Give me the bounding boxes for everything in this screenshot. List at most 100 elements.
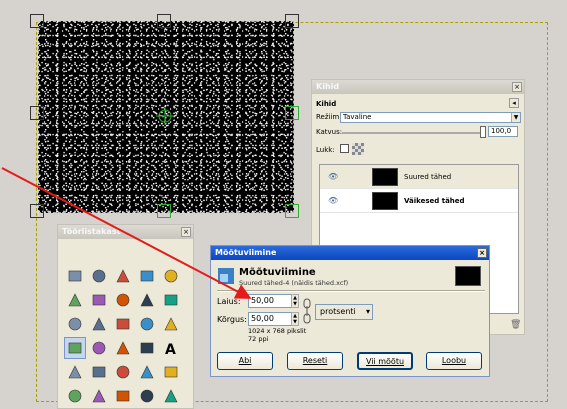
- tool-button[interactable]: [112, 265, 134, 287]
- visibility-eye-icon[interactable]: 👁: [328, 196, 338, 205]
- help-button-label: Abi: [238, 356, 252, 365]
- transform-handle-bottom-left[interactable]: [30, 204, 44, 218]
- mode-select[interactable]: Tavaline ▼: [340, 112, 521, 123]
- tool-button[interactable]: [64, 337, 86, 359]
- transform-handle-right[interactable]: [285, 106, 299, 120]
- tool-button[interactable]: [64, 265, 86, 287]
- toolbox-window-title: Tööriistakast: [62, 227, 121, 236]
- center-crosshair-icon[interactable]: [156, 107, 174, 125]
- tool-button[interactable]: [88, 385, 110, 407]
- tool-button[interactable]: [136, 337, 158, 359]
- zoom-icon: [164, 294, 178, 306]
- transform-handle-left[interactable]: [30, 106, 44, 120]
- pencil-icon: [116, 365, 130, 379]
- help-button[interactable]: Abi: [217, 352, 273, 370]
- scale-window-title: Mõõtuviimine: [215, 248, 277, 257]
- tool-button[interactable]: [112, 289, 134, 311]
- rotate-icon: [164, 317, 178, 331]
- cancel-button[interactable]: Loobu: [426, 352, 482, 370]
- tool-button[interactable]: [112, 337, 134, 359]
- transform-handle-top-left[interactable]: [30, 14, 44, 28]
- height-label: Kõrgus:: [217, 315, 247, 324]
- toolbox-titlebar[interactable]: Tööriistakast ×: [58, 225, 193, 239]
- height-field[interactable]: 50,00: [248, 312, 292, 326]
- scale-titlebar[interactable]: Mõõtuviimine ×: [211, 246, 489, 260]
- layer-name: Väikesed tähed: [404, 197, 465, 205]
- layers-titlebar[interactable]: Kihid ×: [312, 80, 524, 94]
- dialog-heading: Mõõtuviimine: [239, 267, 316, 278]
- tool-button[interactable]: [112, 313, 134, 335]
- trash-icon[interactable]: 🗑: [510, 320, 521, 330]
- tool-button[interactable]: [88, 361, 110, 383]
- layer-name: Suured tähed: [404, 173, 452, 181]
- opacity-value: 100,0: [491, 127, 512, 135]
- toolbox-window: Tööriistakast × A: [57, 224, 194, 409]
- mode-label: Režiim:: [316, 113, 342, 121]
- tool-button[interactable]: [160, 361, 182, 383]
- dialog-menu-icon[interactable]: ◂: [509, 98, 519, 108]
- width-spin-icon[interactable]: ▲ ▼: [291, 294, 299, 308]
- layer-row[interactable]: 👁 Suured tähed: [320, 165, 518, 189]
- cancel-button-label: Loobu: [441, 356, 467, 365]
- tool-button[interactable]: [64, 313, 86, 335]
- width-label: Laius:: [217, 297, 241, 306]
- tool-button[interactable]: A: [160, 337, 182, 359]
- tool-button[interactable]: [160, 385, 182, 407]
- width-field[interactable]: 50,00: [248, 294, 292, 308]
- opacity-input[interactable]: 100,0: [488, 126, 518, 137]
- chain-link-icon[interactable]: [303, 298, 311, 324]
- crop-icon: [140, 317, 154, 331]
- color-picker-icon: [140, 293, 154, 307]
- layer-row[interactable]: 👁 Väikesed tähed: [320, 189, 518, 213]
- lock-alpha-icon[interactable]: [352, 143, 364, 155]
- header-separator: [217, 290, 485, 292]
- scale-image-icon: [218, 268, 234, 284]
- transform-handle-top[interactable]: [157, 14, 171, 28]
- tool-button[interactable]: [136, 265, 158, 287]
- tool-button[interactable]: [64, 385, 86, 407]
- close-icon[interactable]: ×: [181, 227, 191, 237]
- fuzzy-select-icon: [140, 270, 154, 282]
- size-info: 1024 x 768 pikslit: [248, 327, 307, 335]
- bucket-fill-icon: [68, 365, 82, 379]
- tool-button[interactable]: [136, 313, 158, 335]
- heal-icon: [140, 389, 154, 403]
- tool-button[interactable]: [160, 313, 182, 335]
- transform-handle-bottom[interactable]: [157, 204, 171, 218]
- opacity-slider-handle[interactable]: [480, 126, 486, 138]
- tool-button[interactable]: [88, 265, 110, 287]
- unit-select[interactable]: protsenti ▾: [315, 304, 373, 320]
- tool-button[interactable]: [112, 361, 134, 383]
- scale-icon: [68, 342, 82, 354]
- close-icon[interactable]: ×: [477, 248, 487, 258]
- opacity-slider-track[interactable]: [342, 132, 484, 134]
- dialog-subheading: Suured tähed-4 (näidis tähed.xcf): [239, 279, 349, 287]
- tool-button[interactable]: [112, 385, 134, 407]
- tool-button[interactable]: [160, 265, 182, 287]
- tool-button[interactable]: [88, 289, 110, 311]
- tool-grid: A: [64, 265, 182, 407]
- tool-button[interactable]: [160, 289, 182, 311]
- text-icon: A: [165, 342, 176, 356]
- tool-button[interactable]: [88, 337, 110, 359]
- shear-icon: [92, 341, 106, 355]
- lock-pixels-checkbox[interactable]: [340, 144, 349, 153]
- tool-button[interactable]: [88, 313, 110, 335]
- tool-button[interactable]: [136, 385, 158, 407]
- transform-handle-bottom-right[interactable]: [285, 204, 299, 218]
- tool-button[interactable]: [136, 361, 158, 383]
- tool-button[interactable]: [136, 289, 158, 311]
- color-select-icon: [164, 269, 178, 283]
- close-icon[interactable]: ×: [512, 82, 522, 92]
- clone-icon: [116, 390, 130, 402]
- visibility-eye-icon[interactable]: 👁: [328, 172, 338, 181]
- chevron-down-icon: ▾: [365, 307, 370, 316]
- tool-button[interactable]: [64, 361, 86, 383]
- scale-button[interactable]: Vii mõõtu: [357, 352, 413, 370]
- flip-icon: [140, 342, 154, 354]
- perspective-icon: [116, 341, 130, 355]
- height-spin-icon[interactable]: ▲ ▼: [291, 312, 299, 326]
- tool-button[interactable]: [64, 289, 86, 311]
- reset-button[interactable]: Reseti: [287, 352, 343, 370]
- transform-handle-top-right[interactable]: [285, 14, 299, 28]
